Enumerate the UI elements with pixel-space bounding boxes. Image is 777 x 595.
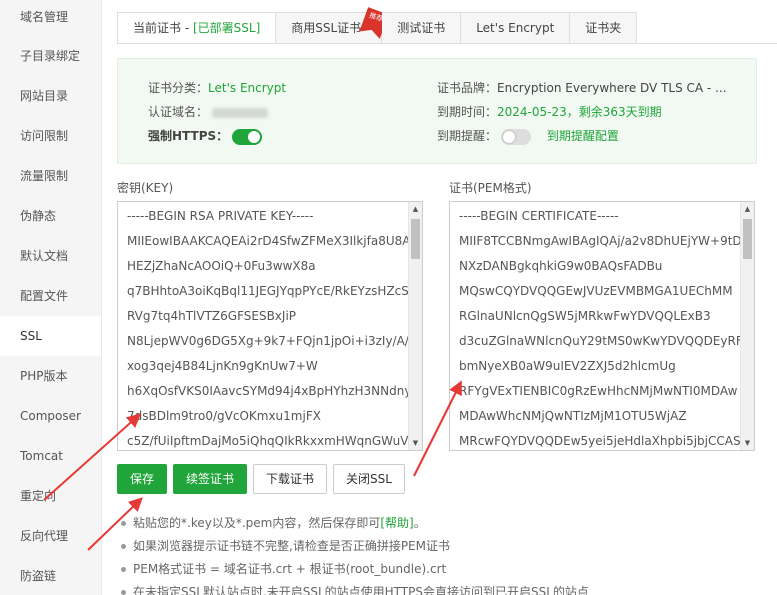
renew-cert-button[interactable]: 续签证书 — [173, 464, 248, 494]
tab-divider — [117, 43, 777, 44]
save-button[interactable]: 保存 — [117, 464, 168, 494]
key-line: MIIEowIBAAKCAQEAi2rD4SfwZFMeX3Ilkjfa8U8A — [127, 234, 408, 248]
cert-category-row: 证书分类：Let's Encrypt — [148, 77, 286, 99]
ssl-tabs: 当前证书 - [已部署SSL] 商用SSL证书 推荐 测试证书 Let's En… — [117, 12, 638, 44]
download-cert-button[interactable]: 下载证书 — [253, 464, 328, 494]
sidebar-item-access-limit[interactable]: 访问限制 — [0, 116, 101, 156]
cert-category-label: 证书分类： — [148, 81, 209, 95]
tip-text: 在未指定SSL默认站点时,未开启SSL的站点使用HTTPS会直接访问到已开启SS… — [133, 585, 589, 595]
tip-item: 粘贴您的*.key以及*.pem内容，然后保存即可[帮助]。 — [117, 512, 757, 535]
cert-line: d3cuZGlnaWNlcnQuY29tMS0wKwYDVQQDEyRF — [459, 334, 740, 348]
sidebar-item-domain[interactable]: 域名管理 — [0, 0, 101, 36]
key-line: c5Z/fUiIpftmDajMo5iQhqQIkRkxxmHWqnGWuV — [127, 434, 408, 448]
sidebar: 域名管理 子目录绑定 网站目录 访问限制 流量限制 伪静态 默认文档 配置文件 … — [0, 0, 102, 595]
tip-item: PEM格式证书 = 域名证书.crt + 根证书(root_bundle).cr… — [117, 558, 757, 581]
key-content: -----BEGIN RSA PRIVATE KEY----- MIIEowIBA… — [118, 202, 408, 450]
key-line: q7BHhtoA3oiKqBql11JEGJYqpPYcE/RkEYzsHZcS — [127, 284, 408, 298]
expire-row: 到期时间：2024-05-23，剩余363天到期 — [437, 101, 662, 123]
sidebar-item-subdir[interactable]: 子目录绑定 — [0, 36, 101, 76]
sidebar-item-hotlink[interactable]: 防盗链 — [0, 556, 101, 595]
scroll-thumb[interactable] — [743, 219, 752, 259]
close-ssl-button[interactable]: 关闭SSL — [333, 464, 405, 494]
tip-text: 。 — [413, 516, 426, 530]
key-line: xog3qej4B84LjnKn9gKnUw7+W — [127, 359, 318, 373]
key-textarea[interactable]: -----BEGIN RSA PRIVATE KEY----- MIIEowIBA… — [117, 201, 423, 451]
sidebar-item-redirect[interactable]: 重定向 — [0, 476, 101, 516]
cert-content: -----BEGIN CERTIFICATE----- MIIF8TCCBNmgA… — [450, 202, 740, 450]
cert-label: 证书(PEM格式) — [449, 181, 532, 195]
cert-brand-value: Encryption Everywhere DV TLS CA - ... — [497, 81, 727, 95]
redacted-domain — [212, 107, 269, 118]
cert-domain-label: 认证域名： — [148, 105, 209, 119]
tab-commercial-ssl[interactable]: 商用SSL证书 推荐 — [276, 12, 382, 44]
force-https-toggle[interactable] — [232, 128, 263, 145]
cert-category-value: Let's Encrypt — [208, 81, 287, 95]
ssl-panel: 当前证书 - [已部署SSL] 商用SSL证书 推荐 测试证书 Let's En… — [117, 0, 777, 595]
cert-brand-label: 证书品牌： — [437, 81, 498, 95]
cert-line: bmNyeXB0aW9uIEV2ZXJ5d2hlcmUg — [459, 359, 676, 373]
cert-domain-row: 认证域名： — [148, 101, 269, 123]
scroll-down-icon[interactable]: ▼ — [409, 436, 422, 450]
key-line: -----BEGIN RSA PRIVATE KEY----- — [127, 209, 314, 223]
tab-current-cert[interactable]: 当前证书 - [已部署SSL] — [117, 12, 277, 44]
sidebar-item-tomcat[interactable]: Tomcat — [0, 436, 101, 476]
expire-label: 到期时间： — [437, 105, 498, 119]
key-line: HEZjZhaNcAOOiQ+0Fu3wwX8a — [127, 259, 316, 273]
key-line: h6XqOsfVKS0IAavcSYMd94j4xBpHYhzH3NNdny — [127, 384, 408, 398]
sidebar-item-default-doc[interactable]: 默认文档 — [0, 236, 101, 276]
expire-remind-toggle[interactable] — [501, 128, 532, 145]
tab-letsencrypt[interactable]: Let's Encrypt — [461, 12, 571, 44]
cert-line: NXzDANBgkqhkiG9w0BAQsFADBu — [459, 259, 663, 273]
scroll-thumb[interactable] — [411, 219, 420, 259]
scroll-up-icon[interactable]: ▲ — [409, 202, 422, 216]
toggle-knob — [248, 130, 261, 143]
cert-line: RFYgVExTIENBIC0gRzEwHhcNMjMwNTI0MDAw — [459, 384, 738, 398]
cert-line: RGlnaUNlcnQgSW5jMRkwFwYDVQQLExB3 — [459, 309, 711, 323]
sidebar-item-site-dir[interactable]: 网站目录 — [0, 76, 101, 116]
expire-remind-label: 到期提醒： — [437, 129, 498, 143]
cert-line: MRcwFQYDVQQDEw5yei5jeHdlaXhpbi5jbjCCASI — [459, 434, 740, 448]
force-https-row: 强制HTTPS： — [148, 125, 263, 147]
scroll-up-icon[interactable]: ▲ — [741, 202, 754, 216]
tips-list: 粘贴您的*.key以及*.pem内容，然后保存即可[帮助]。 如果浏览器提示证书… — [117, 512, 757, 595]
cert-line: MIIF8TCCBNmgAwIBAgIQAj/a2v8DhUEjYW+9tD — [459, 234, 740, 248]
expire-value: 2024-05-23，剩余363天到期 — [497, 105, 662, 119]
cert-line: -----BEGIN CERTIFICATE----- — [459, 209, 619, 223]
key-line: RVg7tq4hTlVTZ6GFSESBxJiP — [127, 309, 297, 323]
key-scrollbar[interactable]: ▲ ▼ — [408, 202, 422, 450]
cert-line: MDAwWhcNMjQwNTIzMjM1OTU5WjAZ — [459, 409, 687, 423]
key-label: 密钥(KEY) — [117, 181, 174, 195]
cert-brand-row: 证书品牌：Encryption Everywhere DV TLS CA - .… — [437, 77, 727, 99]
tip-text: 如果浏览器提示证书链不完整,请检查是否正确拼接PEM证书 — [133, 539, 450, 553]
cert-line: MQswCQYDVQQGEwJVUzEVMBMGA1UEChMM — [459, 284, 733, 298]
force-https-label: 强制HTTPS： — [148, 129, 229, 143]
tab-test-cert[interactable]: 测试证书 — [382, 12, 462, 44]
cert-textarea[interactable]: -----BEGIN CERTIFICATE----- MIIF8TCCBNmgA… — [449, 201, 755, 451]
sidebar-item-traffic-limit[interactable]: 流量限制 — [0, 156, 101, 196]
tab-commercial-ssl-label: 商用SSL证书 — [291, 21, 362, 35]
key-line: N8LjepWV0g6DG5Xg+9k7+FQjn1jpOi+i3zIy/A/ — [127, 334, 408, 348]
toggle-knob — [503, 130, 516, 143]
scroll-down-icon[interactable]: ▼ — [741, 436, 754, 450]
tab-current-cert-label: 当前证书 - — [133, 21, 193, 35]
deployed-status: [已部署SSL] — [192, 21, 261, 35]
tip-item: 在未指定SSL默认站点时,未开启SSL的站点使用HTTPS会直接访问到已开启SS… — [117, 581, 757, 595]
tab-cert-folder[interactable]: 证书夹 — [570, 12, 638, 44]
tip-item: 如果浏览器提示证书链不完整,请检查是否正确拼接PEM证书 — [117, 535, 757, 558]
key-line: 7dsBDlm9tro0/gVcOKmxu1mjFX — [127, 409, 321, 423]
sidebar-item-php-version[interactable]: PHP版本 — [0, 356, 101, 396]
cert-info-box: 证书分类：Let's Encrypt 认证域名： 强制HTTPS： 证书品牌：E… — [117, 58, 757, 164]
sidebar-item-config-file[interactable]: 配置文件 — [0, 276, 101, 316]
sidebar-item-rewrite[interactable]: 伪静态 — [0, 196, 101, 236]
tip-text: 粘贴您的*.key以及*.pem内容，然后保存即可 — [133, 516, 381, 530]
sidebar-item-ssl[interactable]: SSL — [0, 316, 101, 356]
expire-remind-config-link[interactable]: 到期提醒配置 — [547, 129, 619, 143]
tip-text: PEM格式证书 = 域名证书.crt + 根证书(root_bundle).cr… — [133, 562, 447, 576]
help-link[interactable]: [帮助] — [380, 516, 413, 530]
cert-scrollbar[interactable]: ▲ ▼ — [740, 202, 754, 450]
expire-remind-row: 到期提醒： 到期提醒配置 — [437, 125, 619, 147]
sidebar-item-reverse-proxy[interactable]: 反向代理 — [0, 516, 101, 556]
sidebar-item-composer[interactable]: Composer — [0, 396, 101, 436]
